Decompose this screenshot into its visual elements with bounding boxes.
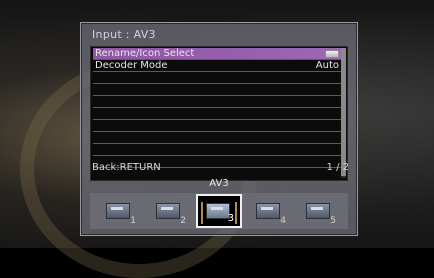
menu-item-value: Auto (315, 60, 339, 71)
menu-empty-row (93, 72, 343, 84)
selection-bracket (201, 202, 203, 224)
menu-item-decoder-mode[interactable]: Decoder Mode Auto (93, 60, 343, 72)
page-indicator: 1 / 2 (326, 162, 349, 173)
menu-item-label: Rename/Icon Select (95, 48, 195, 59)
menu-empty-row (93, 96, 343, 108)
input-device-icon (106, 203, 130, 219)
menu-item-rename-icon-select[interactable]: Rename/Icon Select (93, 48, 343, 60)
input-slot-number: 4 (280, 216, 286, 226)
input-slot-3[interactable]: 3 (196, 194, 242, 228)
selection-bracket (235, 202, 237, 224)
input-device-icon (156, 203, 180, 219)
input-slot-number: 5 (330, 216, 336, 226)
menu-empty-row (93, 144, 343, 156)
menu-list: Rename/Icon Select Decoder Mode Auto (90, 46, 348, 181)
back-hint: Back:RETURN (92, 162, 161, 173)
input-device-icon (206, 203, 230, 219)
input-device-icon (306, 203, 330, 219)
scrollbar-thumb[interactable] (341, 48, 346, 176)
input-icon-preview-icon (325, 50, 339, 58)
input-slot-1[interactable]: 1 (96, 194, 142, 228)
current-input-label: AV3 (209, 178, 229, 189)
menu-empty-row (93, 108, 343, 120)
input-slot-number: 2 (180, 216, 186, 226)
menu-empty-row (93, 120, 343, 132)
input-slot-2[interactable]: 2 (146, 194, 192, 228)
input-slot-5[interactable]: 5 (296, 194, 342, 228)
menu-empty-row (93, 84, 343, 96)
input-slot-number: 3 (227, 213, 234, 224)
tv-screen: Input : AV3 Rename/Icon Select Decoder M… (0, 0, 434, 278)
input-slot-number: 1 (130, 216, 136, 226)
scrollbar[interactable] (341, 48, 346, 178)
input-selector-strip: 1 2 3 4 5 (90, 193, 348, 229)
menu-item-label: Decoder Mode (95, 60, 168, 71)
input-device-icon (256, 203, 280, 219)
osd-menu-panel: Input : AV3 Rename/Icon Select Decoder M… (80, 22, 358, 236)
menu-empty-row (93, 132, 343, 144)
panel-title: Input : AV3 (92, 28, 156, 41)
input-slot-4[interactable]: 4 (246, 194, 292, 228)
